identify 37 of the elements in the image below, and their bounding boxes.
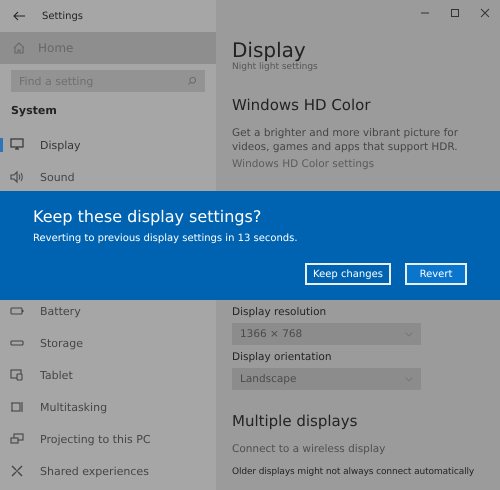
search-icon bbox=[187, 76, 197, 86]
nav-item[interactable]: Battery bbox=[0, 295, 216, 327]
link[interactable]: Night light settings bbox=[232, 62, 318, 72]
nav-item[interactable]: Storage bbox=[0, 327, 216, 359]
link[interactable]: Windows HD Color settings bbox=[232, 158, 374, 170]
dialog-title: Keep these display settings? bbox=[33, 207, 262, 226]
nav-item[interactable]: Sound bbox=[0, 161, 216, 193]
speaker-icon bbox=[10, 170, 24, 184]
nav-item[interactable]: Projecting to this PC bbox=[0, 423, 216, 455]
shared-icon bbox=[10, 464, 24, 478]
dialog-message: Reverting to previous display settings in 13 seconds. bbox=[33, 233, 298, 244]
nav-item[interactable]: Tablet bbox=[0, 359, 216, 391]
note-text: Older displays might not always connect automatically bbox=[232, 467, 474, 477]
link[interactable]: Connect to a wireless display bbox=[232, 443, 386, 455]
nav-item[interactable]: Display bbox=[0, 129, 216, 161]
section-heading: Multiple displays bbox=[232, 412, 358, 430]
section-heading: Windows HD Color bbox=[232, 96, 370, 114]
nav-item[interactable]: Shared experiences bbox=[0, 455, 216, 487]
field-label: Display resolution bbox=[232, 306, 326, 318]
orientation-dropdown[interactable]: Landscape bbox=[232, 368, 421, 390]
close-icon[interactable] bbox=[480, 8, 490, 18]
window-title: Settings bbox=[42, 10, 84, 22]
maximize-icon[interactable] bbox=[450, 8, 460, 18]
field-label: Display orientation bbox=[232, 351, 332, 363]
dialog-button[interactable]: Keep changes bbox=[305, 263, 391, 285]
multitask-icon bbox=[10, 400, 24, 414]
project-icon bbox=[10, 432, 24, 446]
monitor-icon bbox=[10, 138, 24, 152]
home-icon bbox=[12, 41, 26, 55]
section-heading: System bbox=[11, 104, 57, 117]
nav-item[interactable]: Multitasking bbox=[0, 391, 216, 423]
page-title: Display bbox=[232, 38, 306, 62]
description: Get a brighter and more vibrant picture for videos, games and apps that support HDR. bbox=[232, 126, 460, 154]
dialog-button[interactable]: Revert bbox=[405, 263, 467, 285]
resolution-dropdown[interactable]: 1366 × 768 bbox=[232, 323, 421, 345]
tablet-icon bbox=[10, 368, 24, 382]
back-arrow-icon[interactable] bbox=[12, 11, 26, 21]
